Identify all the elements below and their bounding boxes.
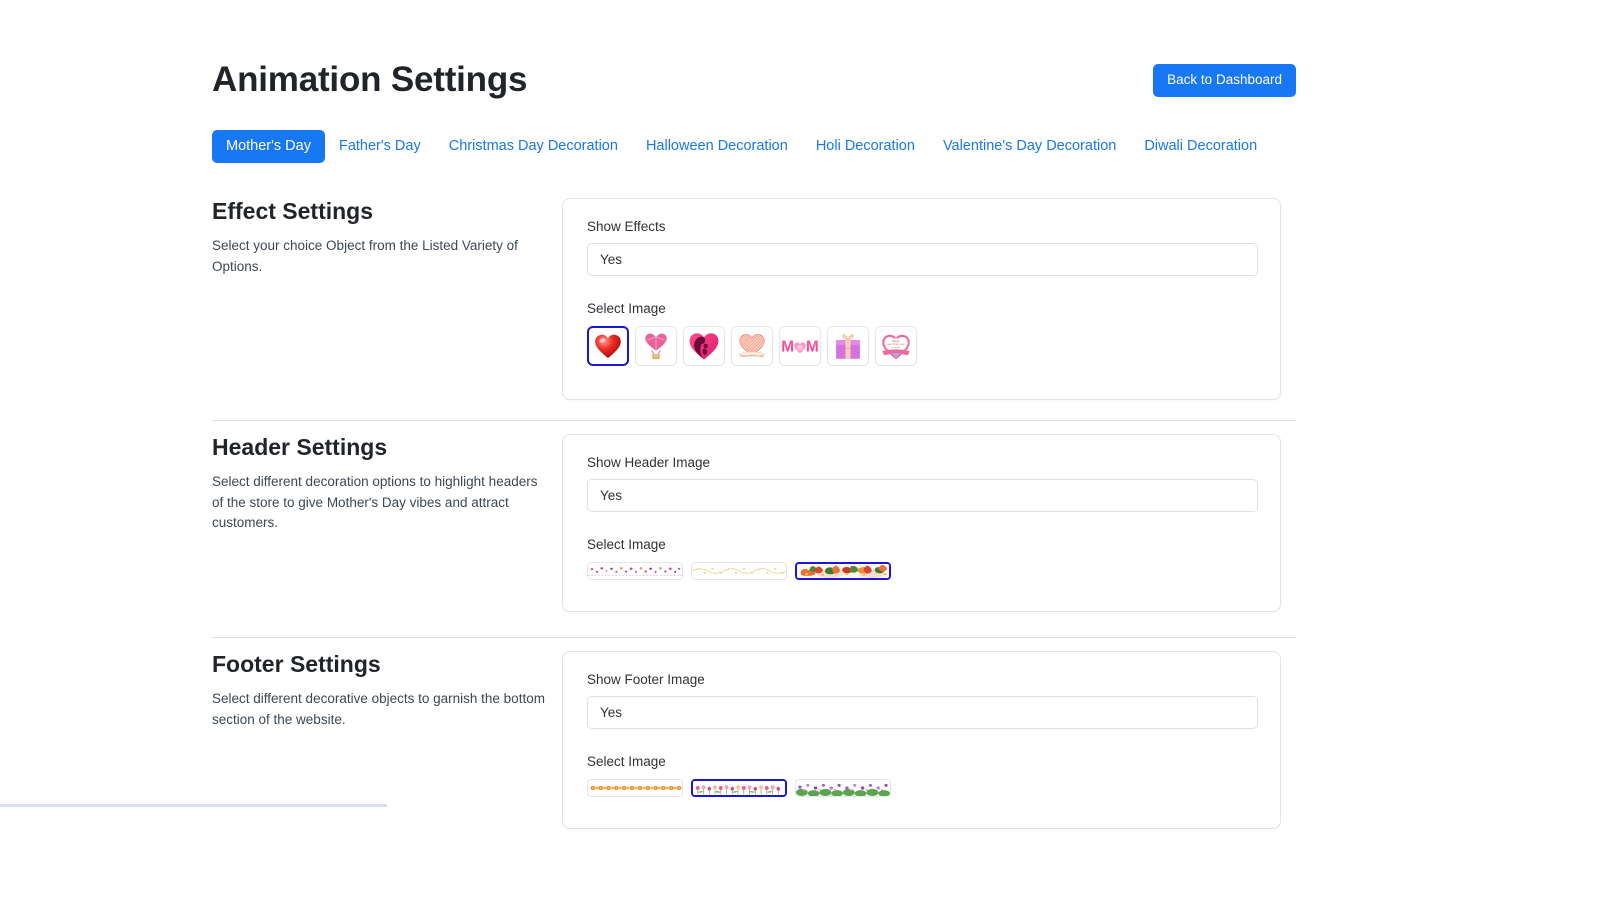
show-effects-input[interactable] [587,243,1258,277]
tab-mother-s-day[interactable]: Mother's Day [212,130,325,164]
image-option-striped-heart-banner[interactable]: Happy Mother's Day [731,326,773,367]
show-effects-label: Show Effects [587,219,666,234]
striped-heart-banner-icon: Happy Mother's Day [734,329,770,363]
image-option-mom-text-heart[interactable]: MM [779,326,821,367]
effect-settings-description-block: Effect Settings Select your choice Objec… [212,198,552,277]
heart-balloon-icon [638,329,674,363]
page-title: Animation Settings [212,60,528,99]
bottom-rule [0,804,387,807]
svg-text:M: M [806,339,818,356]
svg-text:MOTHER'S DAY: MOTHER'S DAY [887,344,905,347]
header-select-image-label: Select Image [587,537,666,553]
svg-text:M: M [782,339,794,356]
tab-diwali-decoration[interactable]: Diwali Decoration [1130,130,1271,163]
pink-gift-box-icon [830,329,866,363]
image-option-mother-child-heart[interactable] [683,326,725,367]
page-root: Animation Settings Back to Dashboard Mot… [0,0,1600,900]
page-header-area: Animation Settings Back to Dashboard [212,0,1296,118]
image-option-orange-pinwheel-flower-banner[interactable] [587,779,683,798]
section-divider-2 [212,637,1296,638]
show-header-image-input[interactable] [587,479,1258,513]
image-option-dotted-hearts-banner[interactable] [587,562,683,581]
header-settings-description: Select different decoration options to h… [212,473,538,531]
yellow-vine-banner-icon [692,563,786,580]
pink-tulip-field-banner-icon [693,781,785,796]
tab-holi-decoration[interactable]: Holi Decoration [802,130,929,163]
footer-settings-description: Select different decorative objects to g… [212,690,545,727]
image-option-red-heart[interactable] [587,326,629,367]
image-option-pink-gift-box[interactable] [827,326,869,367]
header-image-options [587,562,1256,581]
image-option-floral-autumn-banner[interactable] [795,562,891,581]
footer-image-options [587,779,1256,798]
orange-pinwheel-flower-banner-icon [588,780,682,797]
image-option-purple-green-flower-banner[interactable] [795,779,891,798]
image-option-happy-mothers-day-heart-card[interactable]: Happy MOTHER'S DAY to my mom [875,326,917,367]
mother-child-heart-icon [686,329,722,363]
footer-settings-title: Footer Settings [212,651,381,677]
svg-text:Happy Mother's Day: Happy Mother's Day [741,354,765,358]
happy-mothers-day-heart-card-icon: Happy MOTHER'S DAY to my mom [878,329,914,363]
purple-green-flower-banner-icon [796,780,890,797]
floral-autumn-banner-icon [797,564,889,579]
page-header: Animation Settings Back to Dashboard [212,0,1296,118]
section-divider-1 [212,420,1296,421]
tab-bar: Mother's Day Father's Day Christmas Day De… [212,130,1271,164]
image-option-pink-tulip-field-banner[interactable] [691,779,787,798]
mom-text-heart-icon: MM [782,329,818,363]
effect-settings-card: Show Effects Select Image Happy Mother's… [562,198,1281,400]
image-option-yellow-vine-banner[interactable] [691,562,787,581]
tab-christmas-day-decoration[interactable]: Christmas Day Decoration [435,130,632,163]
footer-settings-description-block: Footer Settings Select different decorat… [212,651,552,730]
effect-settings-title: Effect Settings [212,198,374,224]
tab-halloween-decoration[interactable]: Halloween Decoration [632,130,802,163]
footer-settings-card: Show Footer Image Select Image [562,651,1281,829]
effect-select-image-label: Select Image [587,301,666,317]
header-settings-description-block: Header Settings Select different decorat… [212,434,552,534]
show-footer-image-input[interactable] [587,696,1258,730]
effect-image-options: Happy Mother's Day M M Happy MOTHER'S DAY to … [587,326,1256,367]
show-header-image-label: Show Header Image [587,455,711,470]
image-option-heart-balloon[interactable] [635,326,677,367]
tab-father-s-day[interactable]: Father's Day [325,130,435,163]
red-heart-icon [591,330,625,362]
header-settings-title: Header Settings [212,434,388,460]
dotted-hearts-banner-icon [588,563,682,580]
effect-settings-description: Select your choice Object from the Liste… [212,237,518,274]
show-footer-image-label: Show Footer Image [587,672,705,687]
footer-select-image-label: Select Image [587,754,666,770]
back-to-dashboard-button[interactable]: Back to Dashboard [1153,64,1296,97]
svg-text:to my mom: to my mom [891,348,901,350]
header-settings-card: Show Header Image Select Image [562,434,1281,612]
tab-valentine-s-day-decoration[interactable]: Valentine's Day Decoration [929,130,1130,163]
